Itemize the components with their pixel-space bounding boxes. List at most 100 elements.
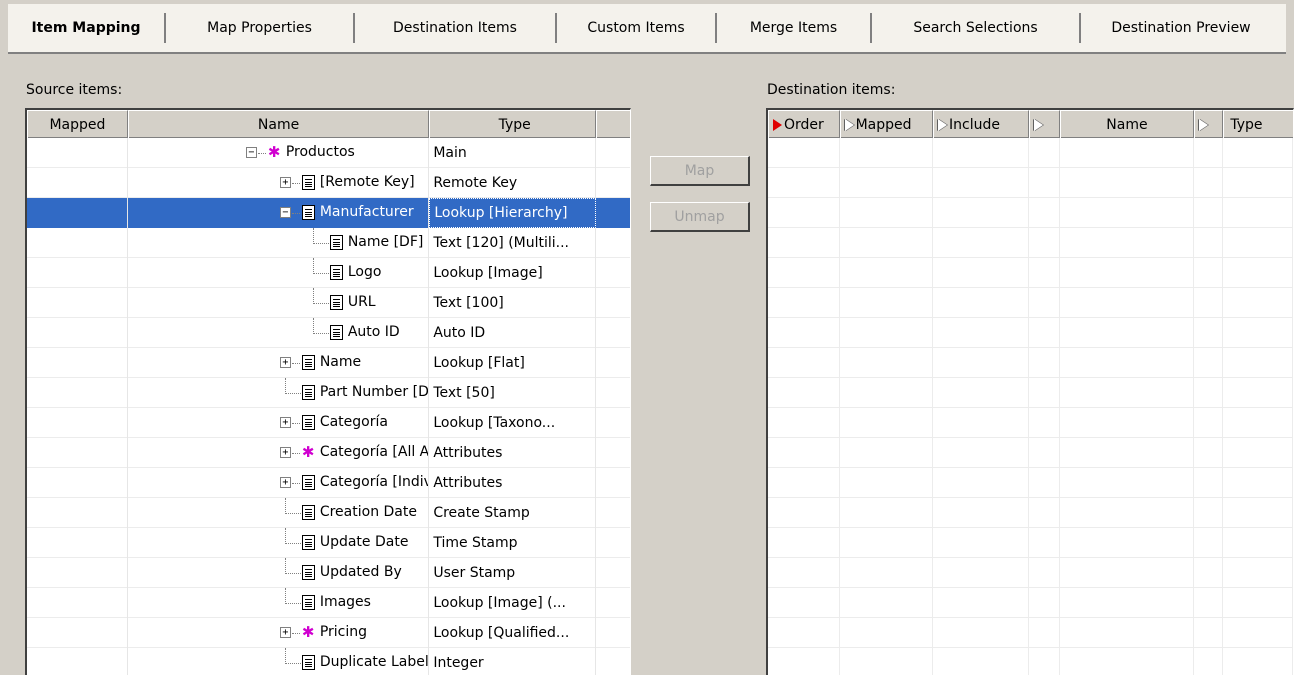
column-header-name[interactable]: Name [127, 110, 430, 138]
table-row[interactable]: + Categoría Lookup [Taxono... [27, 408, 630, 438]
destination-grid-header: Order Mapped Include Name Type [768, 110, 1293, 138]
tab-destination-items[interactable]: Destination Items [355, 13, 557, 43]
table-row [768, 528, 1293, 558]
document-icon [301, 475, 315, 490]
table-row[interactable]: Update Date Time Stamp [27, 528, 630, 558]
table-row[interactable]: Logo Lookup [Image] [27, 258, 630, 288]
source-items-grid[interactable]: Mapped Name Type − ✱ Productos Main + [Remote… [25, 108, 631, 675]
expand-icon[interactable]: + [279, 177, 291, 188]
type-cell: Integer [429, 648, 597, 675]
column-header-sort[interactable] [1028, 110, 1061, 138]
column-header-name[interactable]: Name [1060, 110, 1194, 138]
tree-item-label: Auto ID [347, 324, 400, 340]
type-cell: Create Stamp [429, 498, 597, 528]
table-row [768, 408, 1293, 438]
source-items-label: Source items: [26, 82, 123, 98]
table-row[interactable]: Part Number [DF]Text [50] [27, 378, 630, 408]
mapped-cell [27, 228, 128, 258]
collapse-icon[interactable]: − [279, 207, 291, 218]
table-row[interactable]: + ✱Categoría [All Attributes]Attributes [27, 438, 630, 468]
table-row[interactable]: + Name Lookup [Flat] [27, 348, 630, 378]
table-row [768, 588, 1293, 618]
tab-bar: Item Mapping Map Properties Destination … [8, 4, 1286, 54]
type-cell: Attributes [429, 468, 597, 498]
table-row [768, 138, 1293, 168]
mapped-cell [27, 438, 128, 468]
document-icon [329, 265, 343, 280]
expand-icon[interactable]: + [279, 627, 291, 638]
column-header-mapped[interactable]: Mapped [839, 110, 934, 138]
column-header-include[interactable]: Include [933, 110, 1029, 138]
name-cell: + Categoría [Individual Attr [128, 468, 430, 498]
table-row [768, 438, 1293, 468]
column-header-mapped[interactable]: Mapped [27, 110, 128, 138]
table-row[interactable]: Creation Date Create Stamp [27, 498, 630, 528]
name-cell: + [Remote Key] [128, 168, 430, 198]
tab-item-mapping[interactable]: Item Mapping [8, 13, 166, 43]
table-row[interactable]: + ✱ Pricing Lookup [Qualified... [27, 618, 630, 648]
mapped-cell [27, 408, 128, 438]
sort-indicator-icon [844, 118, 854, 131]
source-grid-body: − ✱ Productos Main + [Remote Key] Remote Key − M… [27, 138, 630, 675]
document-icon [301, 205, 315, 220]
table-row [768, 198, 1293, 228]
tab-destination-preview[interactable]: Destination Preview [1081, 13, 1281, 43]
tab-search-selections[interactable]: Search Selections [872, 13, 1081, 43]
mapped-cell [27, 648, 128, 675]
table-row[interactable]: − Manufacturer Lookup [Hierarchy] [27, 198, 630, 228]
mapped-cell [27, 468, 128, 498]
expand-icon[interactable]: + [279, 357, 291, 368]
table-row[interactable]: URL Text [100] [27, 288, 630, 318]
table-row[interactable]: Name [DF] Text [120] (Multili... [27, 228, 630, 258]
tree-item-label: Duplicate Label [Manufac [319, 654, 429, 670]
sort-indicator-icon [773, 118, 782, 131]
type-cell: Main [429, 138, 597, 168]
table-row [768, 468, 1293, 498]
table-row[interactable]: + [Remote Key] Remote Key [27, 168, 630, 198]
table-row[interactable]: Auto ID Auto ID [27, 318, 630, 348]
table-row[interactable]: − ✱ Productos Main [27, 138, 630, 168]
expand-icon[interactable]: + [279, 477, 291, 488]
mapped-cell [27, 168, 128, 198]
table-row [768, 558, 1293, 588]
column-header-type[interactable]: Type [429, 110, 597, 138]
table-row [768, 378, 1293, 408]
tree-item-label: Part Number [DF] [319, 384, 429, 400]
mapped-cell [27, 618, 128, 648]
mapped-cell [27, 138, 128, 168]
table-row[interactable]: + Categoría [Individual AttrAttributes [27, 468, 630, 498]
type-cell: Time Stamp [429, 528, 597, 558]
type-cell: Lookup [Hierarchy] [429, 198, 597, 228]
tab-merge-items[interactable]: Merge Items [717, 13, 872, 43]
name-cell: Updated By [128, 558, 430, 588]
table-row[interactable]: Updated By User Stamp [27, 558, 630, 588]
table-row[interactable]: Images Lookup [Image] (... [27, 588, 630, 618]
sort-indicator-icon [938, 118, 948, 131]
column-header-type[interactable]: Type [1223, 110, 1293, 138]
type-cell: Lookup [Taxono... [429, 408, 597, 438]
collapse-icon[interactable]: − [245, 147, 257, 158]
column-header-order[interactable]: Order [768, 110, 840, 138]
document-icon [301, 415, 315, 430]
destination-items-grid[interactable]: Order Mapped Include Name Type [766, 108, 1294, 675]
tab-custom-items[interactable]: Custom Items [557, 13, 717, 43]
map-button[interactable]: Map [650, 156, 750, 186]
expand-icon[interactable]: + [279, 417, 291, 428]
document-icon [301, 385, 315, 400]
type-cell: Remote Key [429, 168, 597, 198]
tab-map-properties[interactable]: Map Properties [166, 13, 355, 43]
type-cell: Text [100] [429, 288, 597, 318]
tree-item-label: URL [347, 294, 376, 310]
type-cell: User Stamp [429, 558, 597, 588]
tree-item-label: Categoría [Individual Attr [319, 474, 429, 490]
name-cell: Creation Date [128, 498, 430, 528]
unmap-button[interactable]: Unmap [650, 202, 750, 232]
table-row [768, 348, 1293, 378]
table-row [768, 498, 1293, 528]
table-row[interactable]: Duplicate Label [ManufacInteger [27, 648, 630, 675]
document-icon [301, 175, 315, 190]
name-cell: Update Date [128, 528, 430, 558]
document-icon [301, 505, 315, 520]
column-header-sort[interactable] [1193, 110, 1224, 138]
expand-icon[interactable]: + [279, 447, 291, 458]
